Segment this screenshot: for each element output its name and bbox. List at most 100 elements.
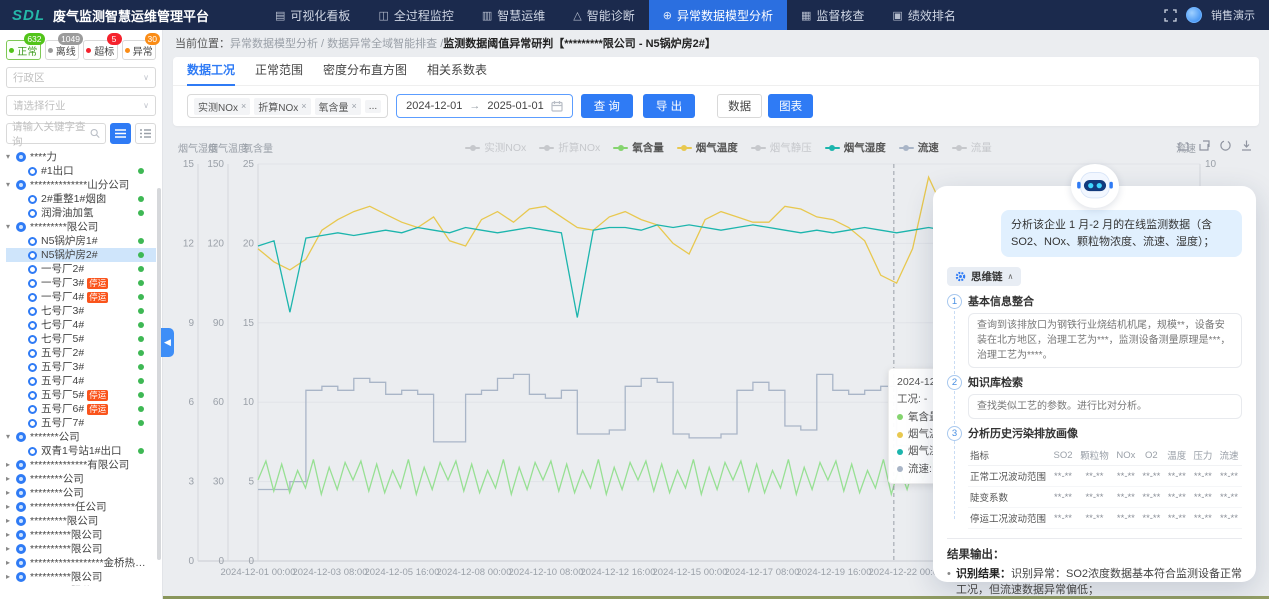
remove-tag-icon[interactable]: × (352, 101, 357, 111)
tree-scrollbar[interactable] (157, 188, 161, 560)
zoom-revert-icon[interactable] (1198, 139, 1211, 152)
tree-device-row[interactable]: 一号厂2# (6, 262, 156, 276)
indicator-tag[interactable]: 氧含量× (315, 98, 361, 115)
top-navbar: SDL 废气监测智慧运维管理平台 ▤可视化看板◫全过程监控▥智慧运维△智能诊断⊕… (0, 0, 1269, 30)
legend-item-烟气温度[interactable]: 烟气温度 (677, 140, 738, 155)
tree-company-row[interactable]: ▸***********任公司 (6, 500, 156, 514)
menu-item-smart-diagnosis[interactable]: △智能诊断 (559, 0, 648, 30)
legend-item-折算NOx[interactable]: 折算NOx (539, 140, 600, 155)
tooltip-series-dot (897, 414, 903, 420)
tree-device-row[interactable]: 一号厂3#停运 (6, 276, 156, 290)
legend-marker-icon (751, 147, 766, 149)
tree-device-row[interactable]: 五号厂6#停运 (6, 402, 156, 416)
status-filter-正常[interactable]: 正常632 (6, 40, 41, 60)
region-select[interactable]: 行政区 ∨ (6, 67, 156, 88)
online-status-dot (138, 294, 144, 300)
tree-device-row[interactable]: 五号厂7# (6, 416, 156, 430)
status-filter-异常[interactable]: 异常30 (122, 40, 157, 60)
tree-company-row[interactable]: ▸**********限公司 (6, 542, 156, 556)
tree-device-row[interactable]: 七号厂3# (6, 304, 156, 318)
remove-tag-icon[interactable]: × (241, 101, 246, 111)
menu-item-label: 可视化看板 (290, 7, 350, 24)
restore-icon[interactable] (1219, 139, 1232, 152)
breadcrumb-path[interactable]: 异常数据模型分析 / 数据异常全域智能排查 / (230, 35, 443, 51)
download-icon[interactable] (1240, 139, 1253, 152)
sidebar-collapse-handle[interactable]: ◀ (161, 328, 174, 357)
zoom-select-icon[interactable] (1177, 139, 1190, 152)
card-view-button[interactable] (135, 123, 156, 144)
tree-device-row[interactable]: 七号厂4# (6, 318, 156, 332)
legend-marker-icon (613, 147, 628, 149)
tree-device-row[interactable]: N5锅炉房2# (6, 248, 156, 262)
chain-of-thought-toggle[interactable]: 思维链 ∧ (947, 267, 1021, 286)
menu-item-performance-ranking[interactable]: ▣绩效排名 (878, 0, 969, 30)
table-cell: **-** (1164, 487, 1190, 508)
legend-item-流量[interactable]: 流量 (952, 140, 992, 155)
tree-device-row[interactable]: #1出口 (6, 164, 156, 178)
legend-item-烟气静压[interactable]: 烟气静压 (751, 140, 812, 155)
mode-chart-button[interactable]: 图表 (768, 94, 813, 118)
tree-company-row[interactable]: ▸**********限公司 (6, 528, 156, 542)
tree-device-row[interactable]: 五号厂5#停运 (6, 388, 156, 402)
model-analysis-icon: ⊕ (663, 9, 672, 22)
company-icon (16, 572, 26, 582)
tree-company-row[interactable]: ▾*********限公司 (6, 220, 156, 234)
tree-company-row[interactable]: ▸*********限公司 (6, 514, 156, 528)
tree-company-row[interactable]: ▾****力 (6, 150, 156, 164)
tab-正常范围[interactable]: 正常范围 (255, 57, 303, 86)
export-button[interactable]: 导 出 (643, 94, 695, 118)
tree-company-row[interactable]: ▸********公司 (6, 472, 156, 486)
legend-item-实测NOx[interactable]: 实测NOx (465, 140, 526, 155)
menu-item-smart-ops[interactable]: ▥智慧运维 (468, 0, 559, 30)
tree-device-row[interactable]: 2#重整1#烟囱 (6, 192, 156, 206)
company-label: **********限公司 (30, 584, 102, 586)
menu-item-visual-board[interactable]: ▤可视化看板 (261, 0, 364, 30)
legend-item-烟气湿度[interactable]: 烟气湿度 (825, 140, 886, 155)
tree-company-row[interactable]: ▾*******公司 (6, 430, 156, 444)
indicator-tag[interactable]: 实测NOx× (194, 98, 250, 115)
query-button[interactable]: 查 询 (581, 94, 633, 118)
device-label: 润滑油加氢 (41, 206, 94, 220)
mode-data-button[interactable]: 数据 (717, 94, 762, 118)
legend-item-氧含量[interactable]: 氧含量 (613, 140, 664, 155)
tab-数据工况[interactable]: 数据工况 (187, 57, 235, 86)
search-input[interactable]: 请输入关键字查询 (6, 123, 106, 144)
tree-company-row[interactable]: ▸******************金桥热电厂 (6, 556, 156, 570)
tree-company-row[interactable]: ▾**************山分公司 (6, 178, 156, 192)
tree-device-row[interactable]: 五号厂2# (6, 346, 156, 360)
tree-company-row[interactable]: ▸**********限公司 (6, 570, 156, 584)
table-cell: **-** (1190, 487, 1216, 508)
status-filter-超标[interactable]: 超标5 (83, 40, 118, 60)
tree-company-row[interactable]: ▸********公司 (6, 486, 156, 500)
device-label: 一号厂4# (41, 290, 84, 304)
tree-device-row[interactable]: N5锅炉房1# (6, 234, 156, 248)
table-cell: **-** (1190, 466, 1216, 487)
tree-device-row[interactable]: 七号厂5# (6, 332, 156, 346)
fullscreen-icon[interactable] (1164, 9, 1177, 22)
tree-device-row[interactable]: 润滑油加氢 (6, 206, 156, 220)
user-avatar[interactable] (1186, 7, 1202, 23)
menu-item-process-monitor[interactable]: ◫全过程监控 (364, 0, 467, 30)
tree-device-row[interactable]: 五号厂4# (6, 374, 156, 388)
tree-company-row[interactable]: ▸**************有限公司 (6, 458, 156, 472)
tree-device-row[interactable]: 双青1号站1#出口 (6, 444, 156, 458)
status-filter-离线[interactable]: 离线1049 (45, 40, 80, 60)
tab-密度分布直方图[interactable]: 密度分布直方图 (323, 57, 407, 86)
menu-item-abnormal-model-analysis[interactable]: ⊕异常数据模型分析 (649, 0, 787, 30)
tab-相关系数表[interactable]: 相关系数表 (427, 57, 487, 86)
tree-company-row[interactable]: ▸**********限公司 (6, 584, 156, 586)
tree-device-row[interactable]: 一号厂4#停运 (6, 290, 156, 304)
svg-text:30: 30 (213, 477, 225, 488)
remove-tag-icon[interactable]: × (301, 101, 306, 111)
chart-legend: 实测NOx 折算NOx 氧含量烟气温度烟气静压烟气湿度流速流量 (258, 140, 1199, 155)
online-status-dot (138, 364, 144, 370)
industry-select[interactable]: 请选择行业 ∨ (6, 95, 156, 116)
date-range-picker[interactable]: 2024-12-01 → 2025-01-01 (396, 94, 573, 118)
tree-device-row[interactable]: 五号厂3# (6, 360, 156, 374)
menu-item-supervision-check[interactable]: ▦监督核查 (787, 0, 878, 30)
legend-item-流速[interactable]: 流速 (899, 140, 939, 155)
list-view-button[interactable] (110, 123, 131, 144)
indicator-tag[interactable]: 折算NOx× (254, 98, 310, 115)
indicator-multiselect[interactable]: 实测NOx×折算NOx×氧含量×... (187, 94, 388, 118)
main-content: 当前位置： 异常数据模型分析 / 数据异常全域智能排查 / 监测数据阈值异常研判… (163, 30, 1269, 599)
